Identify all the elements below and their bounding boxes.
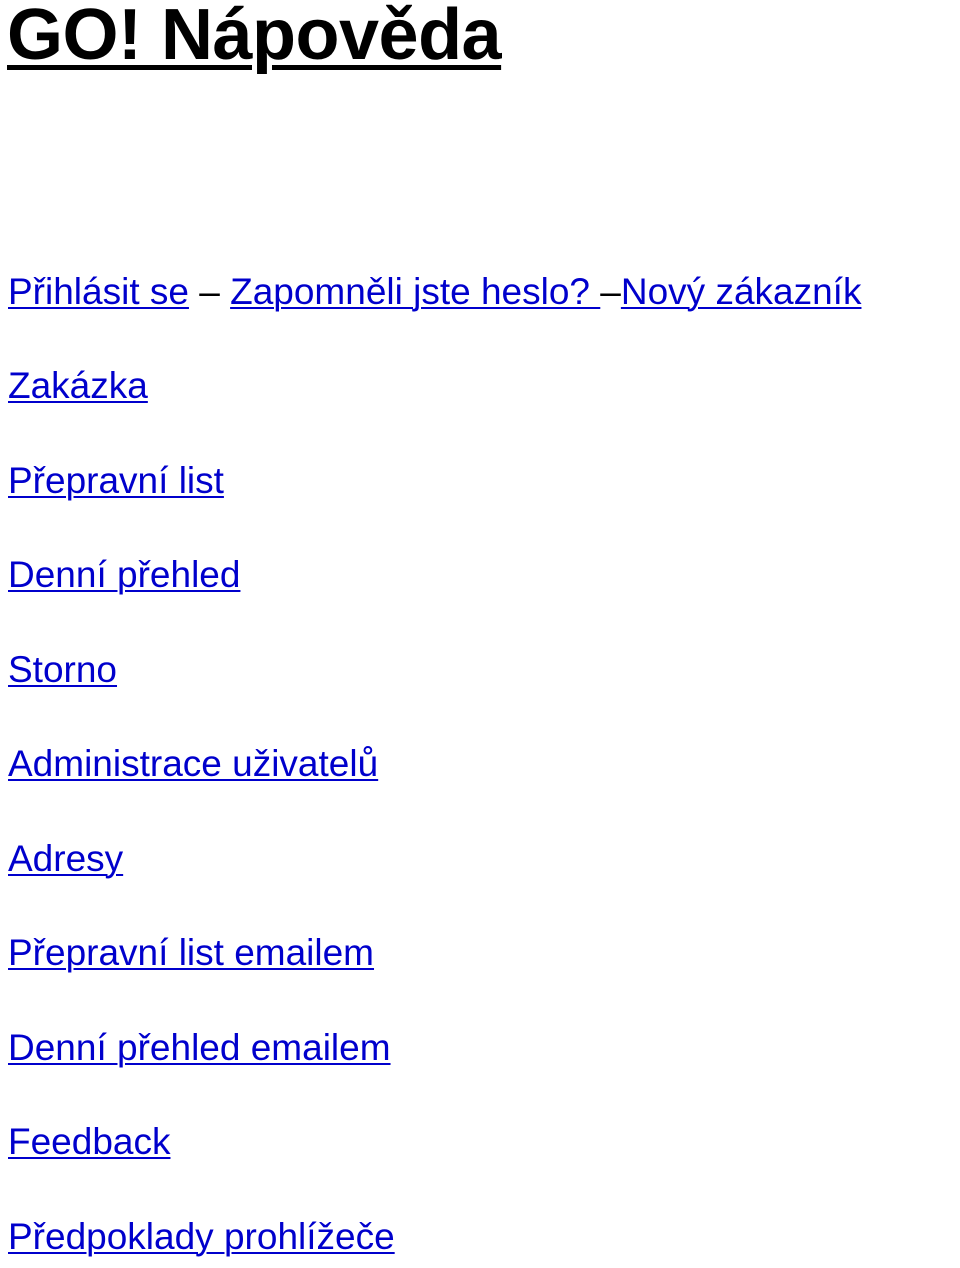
link-adresy[interactable]: Adresy xyxy=(8,838,123,879)
link-feedback[interactable]: Feedback xyxy=(8,1121,171,1162)
link-denni-prehled-emailem[interactable]: Denní přehled emailem xyxy=(8,1027,391,1068)
link-predpoklady-prohlizece[interactable]: Předpoklady prohlížeče xyxy=(8,1216,395,1257)
login-link[interactable]: Přihlásit se xyxy=(8,271,189,312)
link-prepravni-list-emailem[interactable]: Přepravní list emailem xyxy=(8,932,374,973)
link-administrace-uzivatelu[interactable]: Administrace uživatelů xyxy=(8,743,378,784)
new-customer-link[interactable]: Nový zákazník xyxy=(621,271,862,312)
link-prepravni-list[interactable]: Přepravní list xyxy=(8,460,224,501)
separator: – xyxy=(600,271,621,312)
link-denni-prehled[interactable]: Denní přehled xyxy=(8,554,240,595)
auth-links: Přihlásit se – Zapomněli jste heslo? –No… xyxy=(8,270,861,314)
page-title: GO! Nápověda xyxy=(7,0,502,75)
link-storno[interactable]: Storno xyxy=(8,649,117,690)
link-zakazka[interactable]: Zakázka xyxy=(8,365,148,406)
separator: – xyxy=(188,271,231,312)
forgot-password-link[interactable]: Zapomněli jste heslo? xyxy=(230,271,600,312)
